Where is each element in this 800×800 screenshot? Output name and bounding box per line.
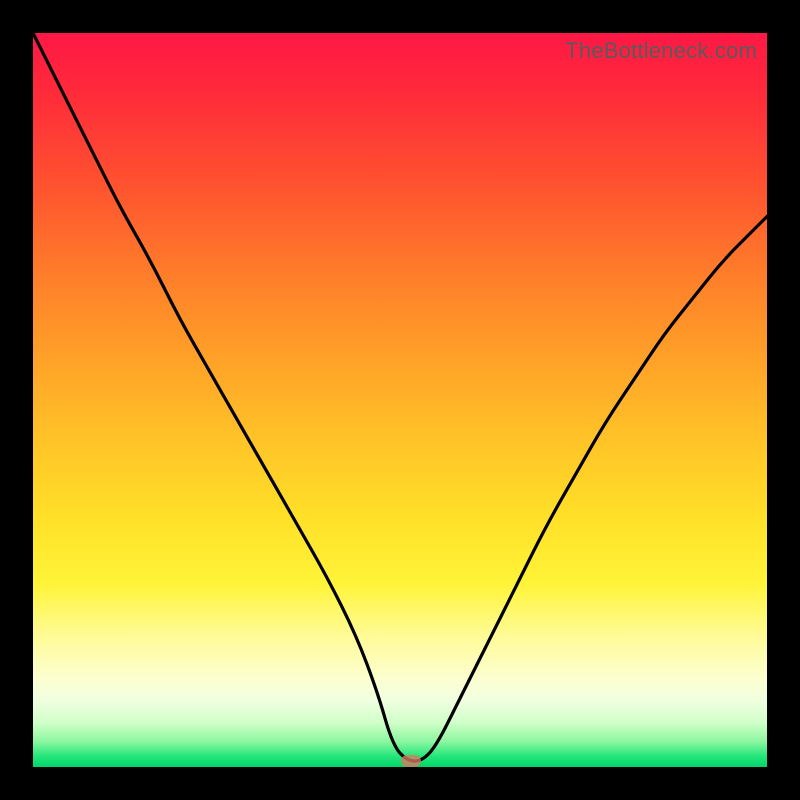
- curve-path: [33, 33, 767, 761]
- plot-area: TheBottleneck.com: [33, 33, 767, 767]
- chart-frame: TheBottleneck.com: [0, 0, 800, 800]
- bottleneck-curve: [33, 33, 767, 767]
- optimal-point-marker: [401, 755, 421, 767]
